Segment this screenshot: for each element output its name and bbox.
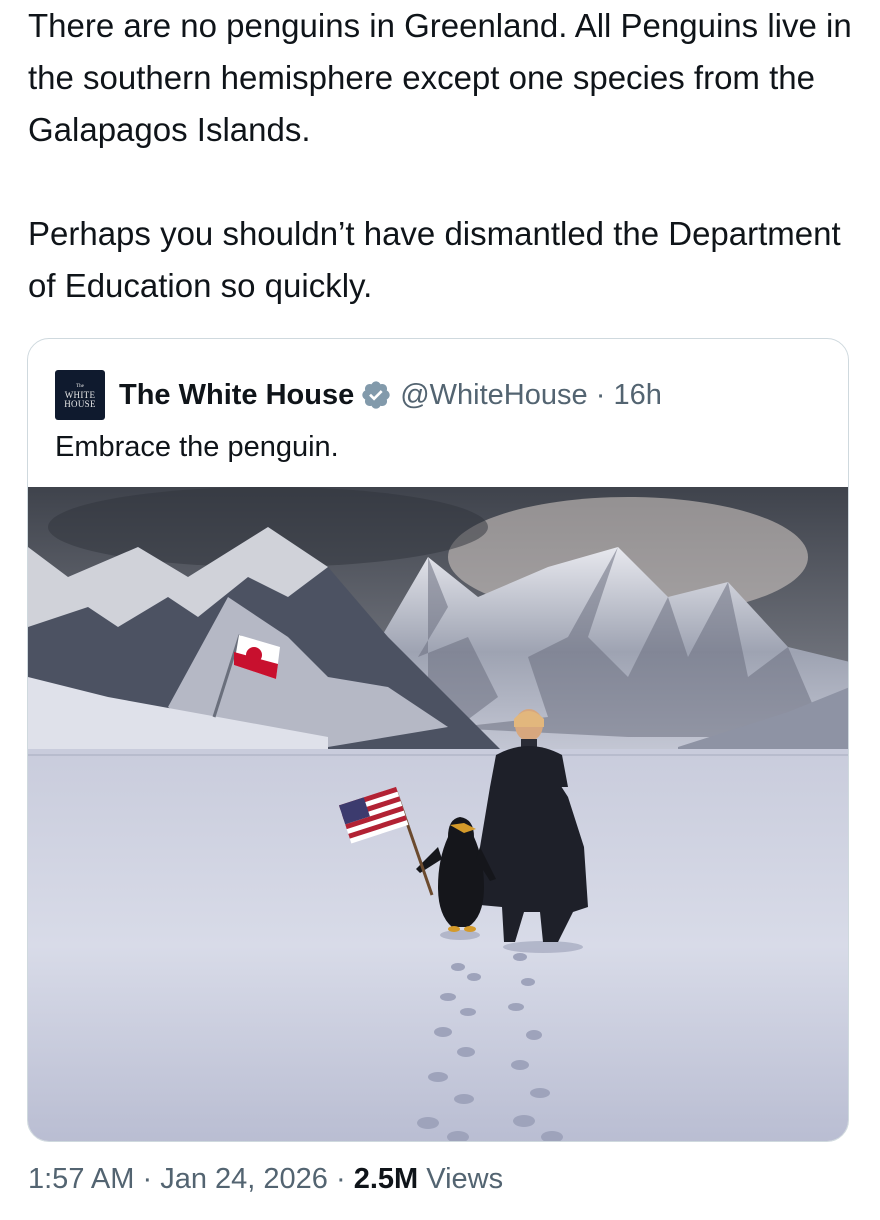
author-name[interactable]: The White House bbox=[119, 379, 354, 412]
tweet-meta: 1:57 AM · Jan 24, 2026 · 2.5M Views bbox=[28, 1163, 503, 1196]
separator: · bbox=[595, 378, 606, 411]
tweet-paragraph-2: Perhaps you shouldn’t have dismantled th… bbox=[28, 215, 841, 304]
views-label: Views bbox=[426, 1163, 504, 1195]
tweet-paragraph-1: There are no penguins in Greenland. All … bbox=[28, 7, 852, 148]
post-time[interactable]: 1:57 AM bbox=[28, 1163, 134, 1195]
views-count[interactable]: 2.5M bbox=[354, 1163, 418, 1195]
meta-separator-2: · bbox=[335, 1163, 346, 1195]
avatar-text-line2: HOUSE bbox=[64, 398, 96, 409]
post-date[interactable]: Jan 24, 2026 bbox=[160, 1163, 328, 1195]
verified-badge-icon bbox=[362, 381, 390, 409]
snowy-mountains-penguin-photo[interactable] bbox=[28, 487, 849, 1142]
tweet-text: There are no penguins in Greenland. All … bbox=[28, 0, 858, 312]
quoted-tweet-text: Embrace the penguin. bbox=[55, 431, 339, 463]
quoted-tweet-card[interactable]: The WHITE HOUSE The White House @WhiteHo… bbox=[27, 338, 849, 1142]
avatar[interactable]: The WHITE HOUSE bbox=[55, 370, 105, 420]
post-age[interactable]: 16h bbox=[613, 379, 661, 412]
quoted-tweet-header: The WHITE HOUSE The White House @WhiteHo… bbox=[55, 370, 662, 420]
meta-separator-1: · bbox=[142, 1163, 153, 1195]
author-handle[interactable]: @WhiteHouse bbox=[400, 379, 587, 412]
